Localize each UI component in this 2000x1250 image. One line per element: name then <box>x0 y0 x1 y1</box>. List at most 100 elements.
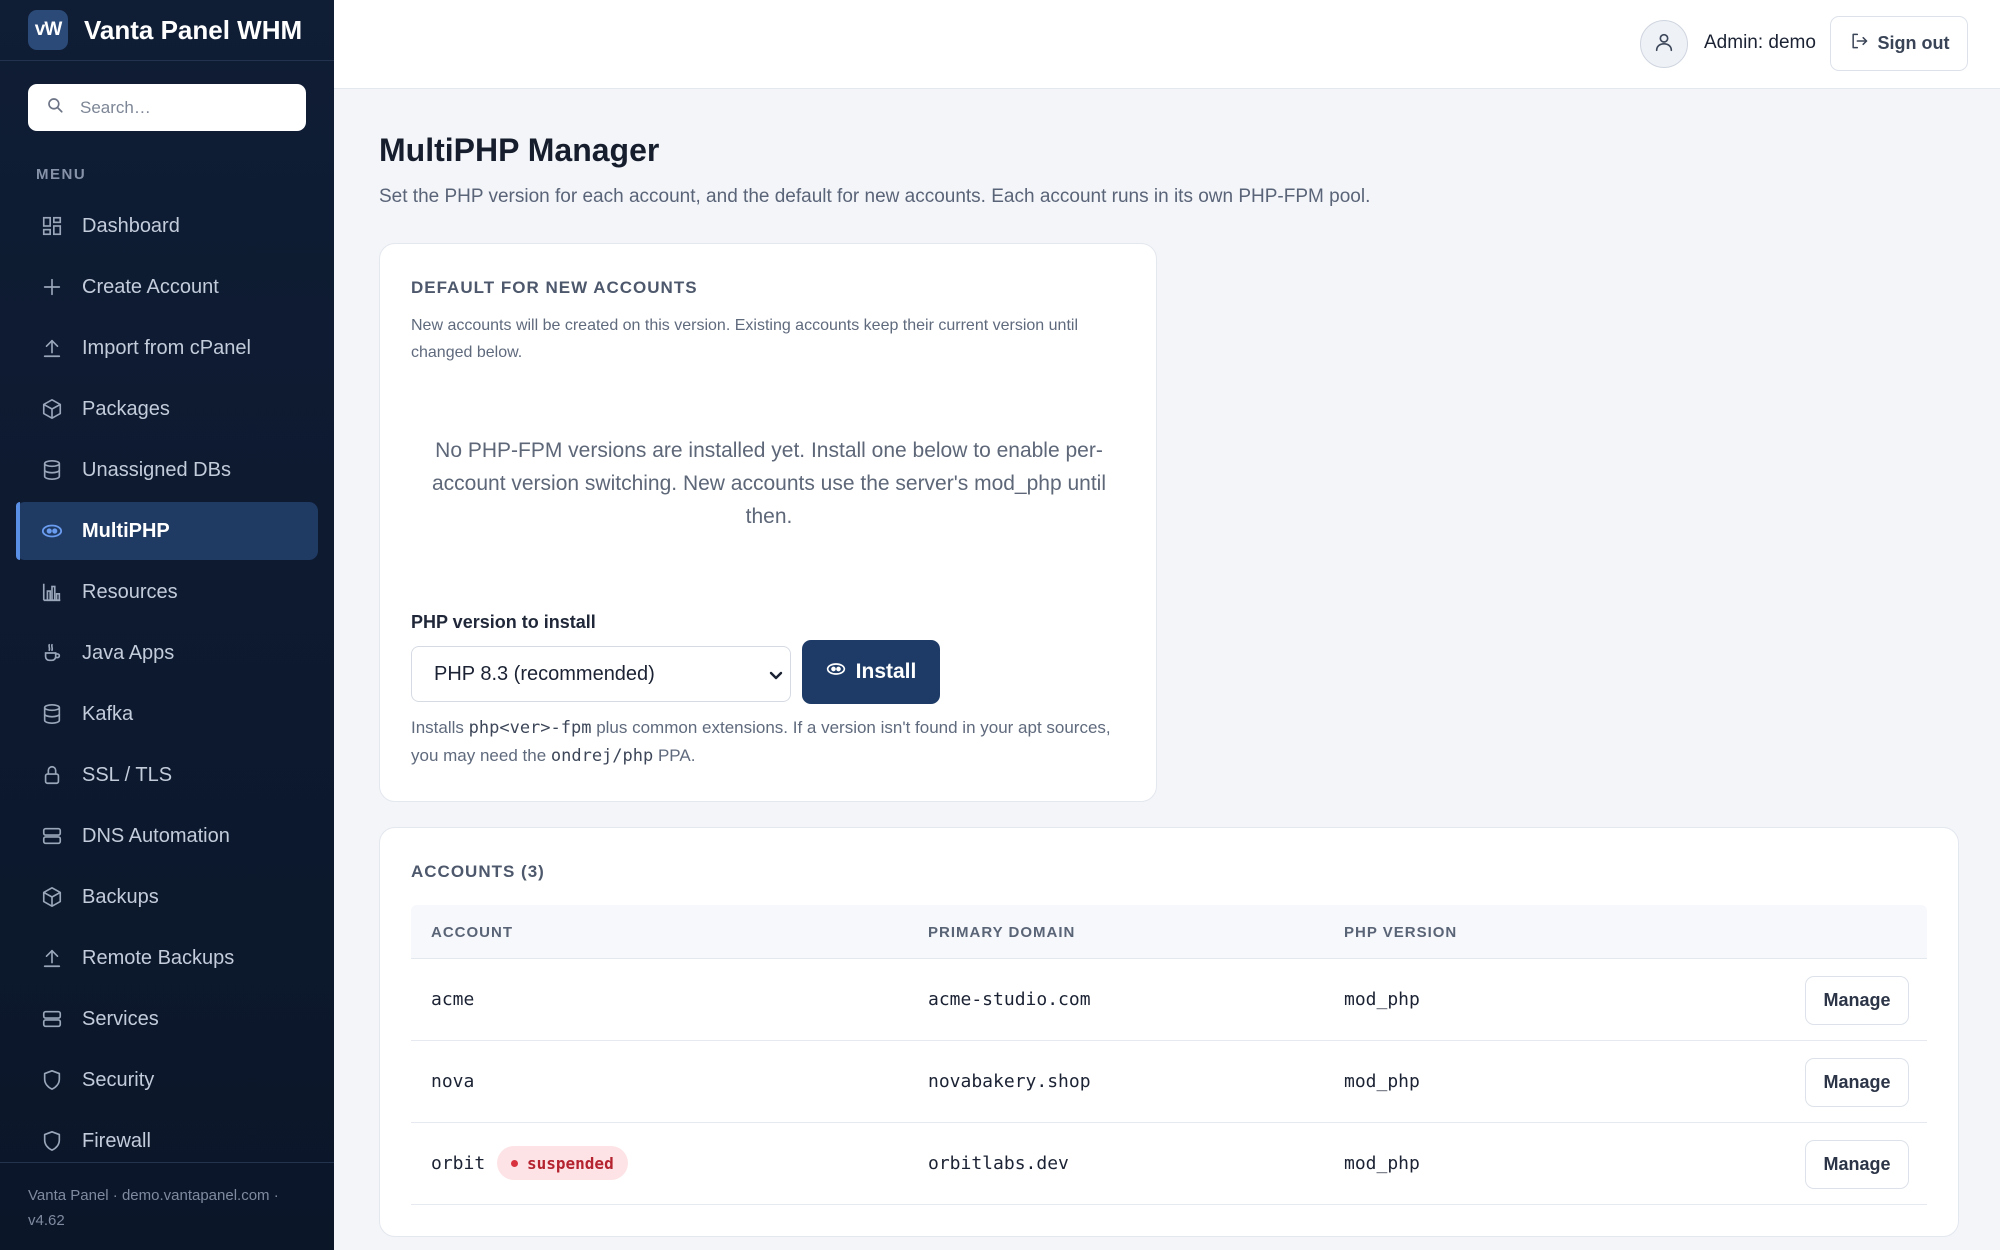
manage-button[interactable]: Manage <box>1805 1058 1909 1107</box>
sidebar-item-label: Security <box>82 1068 155 1091</box>
install-label: Install <box>855 660 917 683</box>
php-version: mod_php <box>1344 1071 1420 1092</box>
table-row: nova novabakery.shop mod_php Manage <box>411 1041 1927 1123</box>
brand-name: Vanta Panel WHM <box>84 14 303 45</box>
empty-state-message: No PHP-FPM versions are installed yet. I… <box>431 439 1107 528</box>
sidebar-item-create-account[interactable]: Create Account <box>16 258 318 316</box>
account-name: nova <box>431 1071 475 1092</box>
sidebar-item-remote-backups[interactable]: Remote Backups <box>16 929 318 987</box>
package-name-code: php<ver>-fpm <box>468 718 592 738</box>
sidebar-item-label: MultiPHP <box>82 519 170 542</box>
sidebar-item-label: Resources <box>82 580 178 603</box>
search-input[interactable] <box>80 97 300 118</box>
sidebar-item-label: DNS Automation <box>82 824 230 847</box>
lock-icon <box>40 763 64 787</box>
php-version-select[interactable]: PHP 8.3 (recommended) <box>411 646 791 702</box>
sidebar-item-unassigned-dbs[interactable]: Unassigned DBs <box>16 441 318 499</box>
sidebar-item-label: Create Account <box>82 275 219 298</box>
sidebar-item-label: Backups <box>82 885 159 908</box>
manage-button[interactable]: Manage <box>1805 976 1909 1025</box>
sidebar-item-label: Java Apps <box>82 641 175 664</box>
table-row: acme acme-studio.com mod_php Manage <box>411 959 1927 1041</box>
sidebar-item-java-apps[interactable]: Java Apps <box>16 624 318 682</box>
sidebar-item-dns-automation[interactable]: DNS Automation <box>16 807 318 865</box>
database-icon <box>40 458 64 482</box>
sidebar-item-kafka[interactable]: Kafka <box>16 685 318 743</box>
sidebar-item-label: Firewall <box>82 1129 151 1152</box>
php-version-label: PHP version to install <box>411 612 596 632</box>
brand[interactable]: vW Vanta Panel WHM <box>28 10 302 50</box>
status-badge-label: suspended <box>527 1153 614 1173</box>
bar-chart-icon <box>40 580 64 604</box>
ppa-name-code: ondrej/php <box>550 746 654 766</box>
card-heading: ACCOUNTS (3) <box>411 862 545 881</box>
user-icon <box>1653 31 1675 58</box>
sidebar-item-label: Packages <box>82 397 170 420</box>
upload-icon <box>40 336 64 360</box>
php-version: mod_php <box>1344 989 1420 1010</box>
sidebar-item-services[interactable]: Services <box>16 990 318 1048</box>
sidebar: vW Vanta Panel WHM MENU Dashboard Create… <box>0 0 334 1250</box>
sidebar-item-label: Kafka <box>82 702 134 725</box>
database-icon <box>40 702 64 726</box>
sign-out-button[interactable]: Sign out <box>1830 16 1968 71</box>
package-icon <box>40 397 64 421</box>
search-box[interactable] <box>28 84 306 131</box>
sidebar-item-security[interactable]: Security <box>16 1051 318 1109</box>
install-button[interactable]: Install <box>802 640 940 704</box>
table-header: ACCOUNT PRIMARY DOMAIN PHP VERSION <box>411 905 1927 959</box>
dashboard-icon <box>40 214 64 238</box>
sign-out-icon <box>1849 31 1869 56</box>
note-text: Installs <box>411 718 469 737</box>
page-subtitle: Set the PHP version for each account, an… <box>379 186 1371 207</box>
sidebar-item-label: Dashboard <box>82 214 180 237</box>
table-row: orbit suspended orbitlabs.dev mod_php Ma… <box>411 1123 1927 1205</box>
status-badge: suspended <box>497 1146 628 1180</box>
sidebar-item-label: Import from cPanel <box>82 336 251 359</box>
sidebar-item-dashboard[interactable]: Dashboard <box>16 197 318 255</box>
package-icon <box>40 885 64 909</box>
shield-icon <box>40 1068 64 1092</box>
sidebar-item-label: SSL / TLS <box>82 763 173 786</box>
sidebar-item-multiphp[interactable]: MultiPHP <box>16 502 318 560</box>
card-heading: DEFAULT FOR NEW ACCOUNTS <box>411 278 698 297</box>
brand-logo: vW <box>28 10 68 50</box>
sidebar-footer: Vanta Panel · demo.vantapanel.com · v4.6… <box>0 1162 334 1233</box>
manage-button[interactable]: Manage <box>1805 1140 1909 1189</box>
column-header-account: ACCOUNT <box>431 924 513 941</box>
server-icon <box>40 1007 64 1031</box>
column-header-primary-domain: PRIMARY DOMAIN <box>928 924 1076 941</box>
accounts-card: ACCOUNTS (3) ACCOUNT PRIMARY DOMAIN PHP … <box>379 827 1959 1237</box>
sidebar-item-packages[interactable]: Packages <box>16 380 318 438</box>
account-name: acme <box>431 989 475 1010</box>
primary-domain: orbitlabs.dev <box>928 1153 1069 1174</box>
search-icon <box>46 96 64 119</box>
sidebar-item-import-from-cpanel[interactable]: Import from cPanel <box>16 319 318 377</box>
plus-icon <box>40 275 64 299</box>
php-icon <box>40 519 64 543</box>
install-note: Installs php<ver>-fpm plus common extens… <box>411 714 1127 770</box>
admin-label: Admin: demo <box>1704 32 1816 53</box>
sidebar-item-backups[interactable]: Backups <box>16 868 318 926</box>
upload-icon <box>40 946 64 970</box>
php-icon <box>826 659 846 685</box>
php-version: mod_php <box>1344 1153 1420 1174</box>
page-title: MultiPHP Manager <box>379 132 660 168</box>
primary-domain: acme-studio.com <box>928 989 1091 1010</box>
status-dot <box>511 1159 518 1167</box>
sidebar-item-label: Unassigned DBs <box>82 458 231 481</box>
sidebar-nav: Dashboard Create Account Import from cPa… <box>16 197 318 1173</box>
account-name: orbit <box>431 1153 486 1174</box>
primary-domain: novabakery.shop <box>928 1071 1091 1092</box>
sidebar-item-resources[interactable]: Resources <box>16 563 318 621</box>
sidebar-item-ssl-tls[interactable]: SSL / TLS <box>16 746 318 804</box>
accounts-table: ACCOUNT PRIMARY DOMAIN PHP VERSION acme … <box>411 905 1927 1205</box>
sidebar-item-label: Remote Backups <box>82 946 235 969</box>
topbar: Admin: demo Sign out <box>334 0 2000 89</box>
avatar[interactable] <box>1640 20 1688 68</box>
menu-label: MENU <box>36 166 87 183</box>
column-header-php-version: PHP VERSION <box>1344 924 1458 941</box>
note-text: PPA. <box>653 746 696 765</box>
divider <box>0 60 334 61</box>
shield-icon <box>40 1129 64 1153</box>
